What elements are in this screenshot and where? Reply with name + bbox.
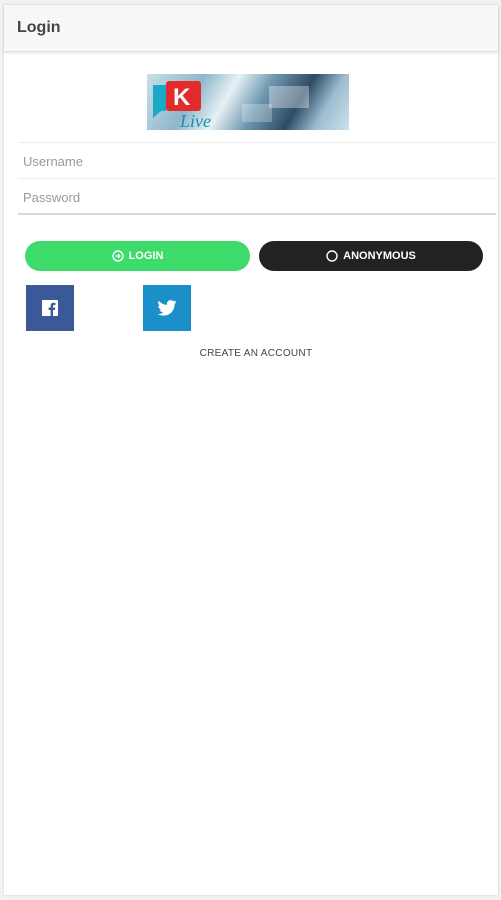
twitter-icon	[157, 300, 177, 316]
login-label: LOGIN	[128, 250, 164, 262]
username-input[interactable]	[23, 151, 483, 171]
anonymous-button[interactable]: ANONYMOUS	[259, 241, 483, 271]
page-title: Login	[17, 19, 61, 36]
username-field	[18, 143, 496, 179]
login-screen: Login K Live LOGIN ANONYMOUS	[4, 5, 498, 895]
app-header: Login	[4, 5, 498, 52]
password-input[interactable]	[23, 187, 483, 207]
logo-letter: K	[173, 84, 191, 111]
facebook-icon	[42, 300, 58, 316]
logo-graphic: K Live	[153, 81, 309, 130]
create-account-link[interactable]: CREATE AN ACCOUNT	[4, 348, 501, 359]
circle-icon	[326, 250, 338, 262]
logo-text: Live	[179, 111, 211, 130]
password-field	[18, 179, 496, 215]
login-button[interactable]: LOGIN	[25, 241, 250, 271]
twitter-login-button[interactable]	[143, 285, 191, 331]
anonymous-label: ANONYMOUS	[343, 250, 416, 262]
facebook-login-button[interactable]	[26, 285, 74, 331]
app-logo: K Live	[147, 74, 349, 130]
login-icon	[111, 250, 124, 262]
